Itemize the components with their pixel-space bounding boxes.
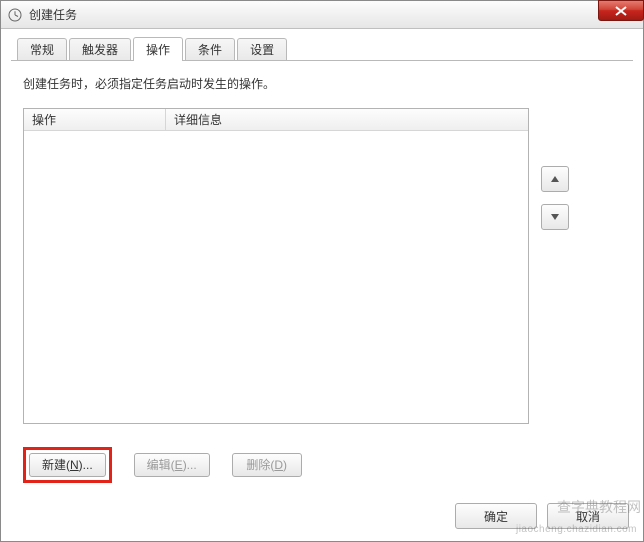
new-hotkey: N: [70, 458, 79, 472]
new-button[interactable]: 新建(N)...: [29, 453, 106, 477]
panel-action-buttons: 新建(N)... 编辑(E)... 删除(D): [23, 447, 302, 483]
delete-prefix: 删除(: [246, 458, 274, 472]
tab-triggers[interactable]: 触发器: [69, 38, 131, 60]
delete-hotkey: D: [274, 458, 283, 472]
window-title: 创建任务: [29, 6, 77, 23]
edit-suffix: )...: [183, 458, 197, 472]
edit-button[interactable]: 编辑(E)...: [134, 453, 210, 477]
dialog-window: 创建任务 常规 触发器 操作 条件 设置 创建任务时，必须指定任务启动时发生的操…: [0, 0, 644, 542]
column-action[interactable]: 操作: [24, 109, 166, 131]
reorder-buttons: [541, 166, 569, 230]
list-body[interactable]: [24, 131, 528, 423]
titlebar: 创建任务: [1, 1, 643, 29]
client-area: 常规 触发器 操作 条件 设置 创建任务时，必须指定任务启动时发生的操作。 操作…: [1, 29, 643, 541]
tab-actions[interactable]: 操作: [133, 37, 183, 61]
column-details[interactable]: 详细信息: [166, 109, 528, 131]
edit-prefix: 编辑(: [147, 458, 175, 472]
move-up-button[interactable]: [541, 166, 569, 192]
triangle-up-icon: [550, 175, 560, 183]
new-prefix: 新建(: [42, 458, 70, 472]
actions-listview[interactable]: 操作 详细信息: [23, 108, 529, 424]
tabstrip: 常规 触发器 操作 条件 设置: [11, 37, 633, 61]
highlight-frame: 新建(N)...: [23, 447, 112, 483]
clock-icon: [7, 7, 23, 23]
new-suffix: )...: [79, 458, 93, 472]
ok-button[interactable]: 确定: [455, 503, 537, 529]
delete-suffix: ): [283, 458, 287, 472]
cancel-button[interactable]: 取消: [547, 503, 629, 529]
move-down-button[interactable]: [541, 204, 569, 230]
list-wrapper: 操作 详细信息: [23, 108, 621, 424]
tab-general[interactable]: 常规: [17, 38, 67, 60]
edit-hotkey: E: [175, 458, 183, 472]
dialog-buttons: 确定 取消: [455, 503, 629, 529]
list-header: 操作 详细信息: [24, 109, 528, 131]
delete-button[interactable]: 删除(D): [232, 453, 302, 477]
tab-settings[interactable]: 设置: [237, 38, 287, 60]
tab-conditions[interactable]: 条件: [185, 38, 235, 60]
tab-panel-actions: 创建任务时，必须指定任务启动时发生的操作。 操作 详细信息: [11, 61, 633, 491]
panel-description: 创建任务时，必须指定任务启动时发生的操作。: [23, 75, 621, 92]
close-icon: [615, 6, 627, 16]
close-button[interactable]: [598, 0, 644, 21]
triangle-down-icon: [550, 213, 560, 221]
